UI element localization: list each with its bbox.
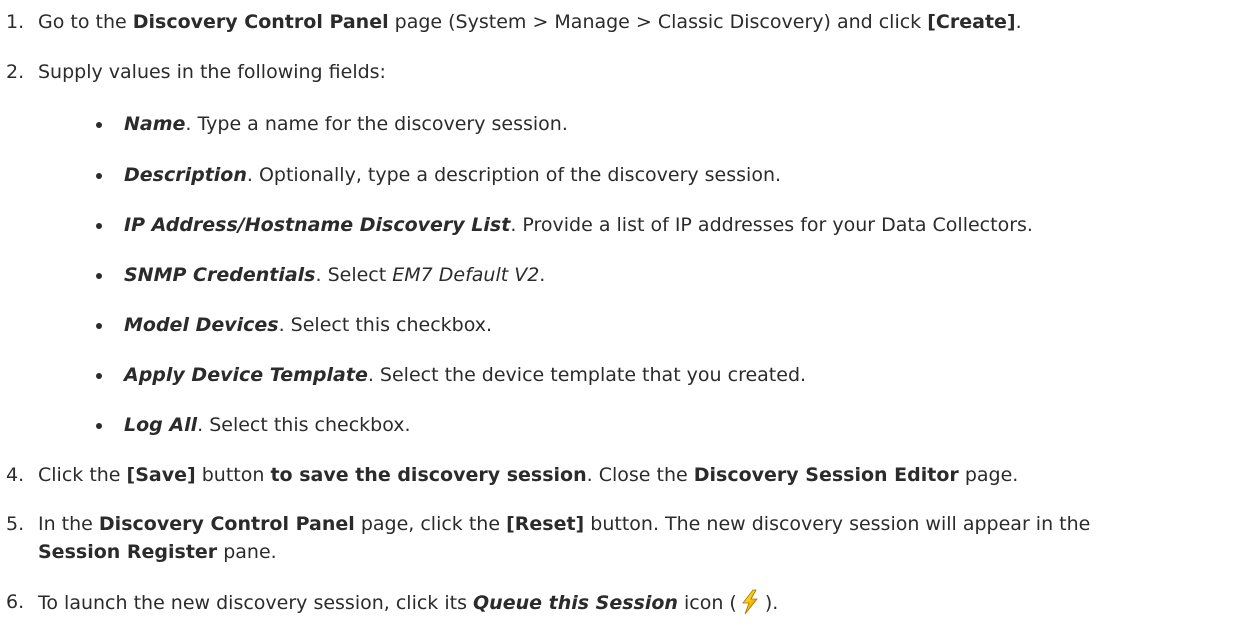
page-name: Discovery Session Editor: [693, 464, 959, 486]
bullet-dot: [96, 423, 102, 429]
button-name: [Save]: [126, 464, 196, 486]
field-name: Name: [124, 113, 186, 135]
button-name: [Reset]: [506, 513, 585, 535]
bullet-dot: [96, 323, 102, 329]
bullet-dot: [96, 373, 102, 379]
step-number: 5.: [6, 513, 25, 535]
field-name: Model Devices: [124, 314, 279, 336]
field-value: EM7 Default V2: [392, 264, 540, 286]
field-name: Log All: [124, 414, 198, 436]
icon-name: Queue this Session: [473, 592, 678, 614]
step-number: 2.: [6, 61, 25, 83]
bullet-dot: [96, 273, 102, 279]
bullet-dot: [96, 223, 102, 229]
bullet-dot: [96, 122, 102, 128]
field-name: IP Address/Hostname Discovery List: [124, 214, 511, 236]
step-number: 1.: [6, 11, 25, 33]
page-name: Discovery Control Panel: [132, 11, 389, 33]
step-number: 4.: [6, 464, 25, 486]
field-name: SNMP Credentials: [124, 264, 316, 286]
bolt-icon: [739, 589, 761, 615]
pane-name: Session Register: [38, 541, 218, 563]
field-name: Apply Device Template: [124, 364, 368, 386]
step-number: 6.: [6, 591, 25, 613]
page-name: Discovery Control Panel: [98, 513, 355, 535]
field-name: Description: [124, 164, 247, 186]
emphasis-text: to save the discovery session: [270, 464, 587, 486]
bullet-dot: [96, 173, 102, 179]
button-name: [Create]: [927, 11, 1016, 33]
